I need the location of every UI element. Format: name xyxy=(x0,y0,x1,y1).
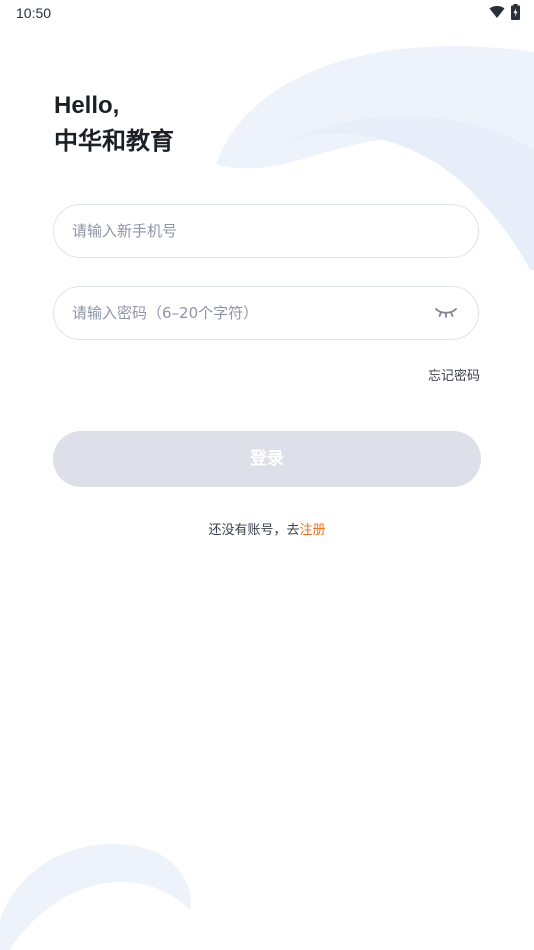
login-button[interactable]: 登录 xyxy=(53,431,481,487)
battery-icon xyxy=(511,4,520,20)
phone-input[interactable] xyxy=(72,205,412,257)
greeting-brand: 中华和教育 xyxy=(54,128,174,155)
eye-closed-icon[interactable] xyxy=(434,304,458,322)
password-input[interactable] xyxy=(72,287,412,339)
register-prompt: 还没有账号，去注册 xyxy=(0,519,534,538)
wave-decoration-bottom xyxy=(0,843,191,950)
register-link[interactable]: 注册 xyxy=(300,523,326,538)
status-time: 10:50 xyxy=(16,5,52,21)
phone-field[interactable] xyxy=(53,204,479,258)
register-prompt-text: 还没有账号，去 xyxy=(208,523,300,538)
forgot-password-link[interactable]: 忘记密码 xyxy=(428,365,480,384)
greeting-title: Hello, 中华和教育 xyxy=(54,88,174,160)
login-screen: 10:50 Hello, 中华和教育 忘记密码 登 xyxy=(0,0,534,950)
wifi-icon xyxy=(489,6,505,19)
greeting-hello: Hello, xyxy=(54,92,120,119)
status-icons xyxy=(489,4,520,20)
status-bar: 10:50 xyxy=(0,0,534,28)
password-field[interactable] xyxy=(53,286,479,340)
